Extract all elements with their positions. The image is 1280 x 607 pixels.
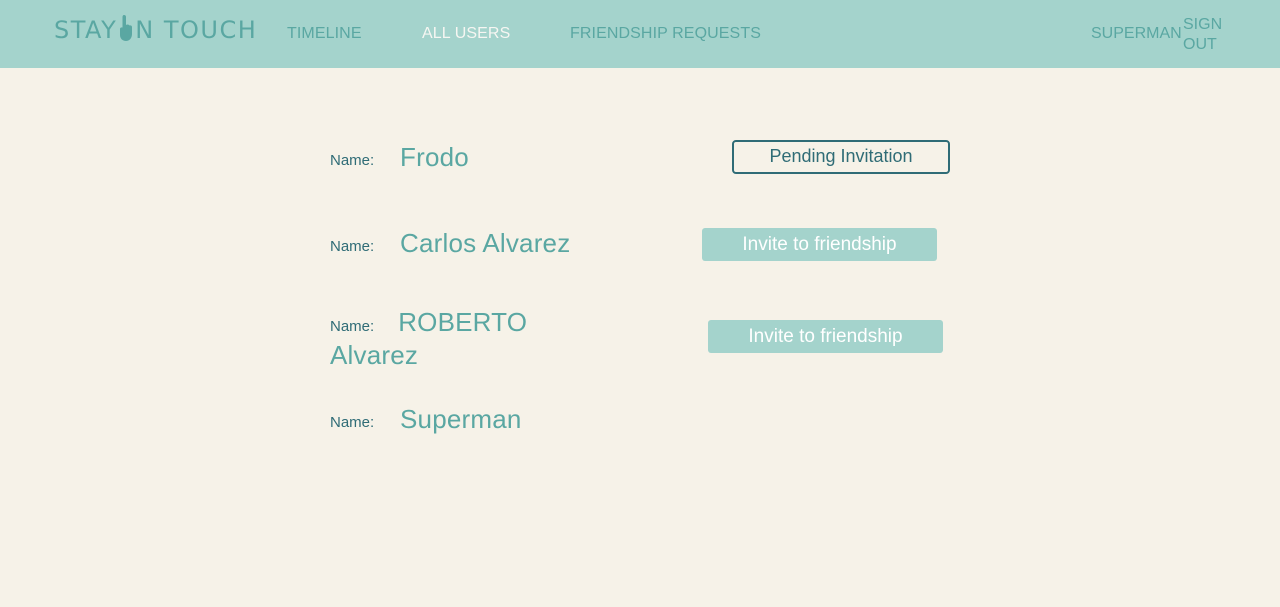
user-name-block: Name: ROBERTO Alvarez	[330, 308, 530, 374]
user-row: Name: Frodo Pending Invitation	[330, 140, 970, 180]
current-user-name[interactable]: SUPERMAN	[1091, 25, 1182, 43]
nav-timeline[interactable]: TIMELINE	[287, 25, 362, 43]
user-name: Frodo	[400, 142, 469, 172]
invite-to-friendship-button[interactable]: Invite to friendship	[702, 228, 937, 261]
nav-all-users[interactable]: ALL USERS	[422, 25, 510, 43]
user-row: Name: Carlos Alvarez Invite to friendshi…	[330, 228, 970, 268]
user-name: Carlos Alvarez	[400, 228, 571, 258]
brand-logo[interactable]: STAY N TOUCH	[54, 14, 257, 46]
user-name: ROBERTO Alvarez	[330, 307, 528, 370]
name-label: Name:	[330, 152, 375, 169]
name-label: Name:	[330, 318, 375, 335]
brand-text-left: STAY	[54, 16, 118, 44]
brand-text-right: N TOUCH	[135, 16, 258, 44]
user-row: Name: Superman	[330, 404, 970, 444]
name-label: Name:	[330, 414, 375, 431]
user-name: Superman	[400, 404, 522, 434]
invite-to-friendship-button[interactable]: Invite to friendship	[708, 320, 943, 353]
name-label: Name:	[330, 238, 375, 255]
hand-pointer-icon	[118, 14, 134, 42]
nav-friendship-requests[interactable]: FRIENDSHIP REQUESTS	[570, 25, 761, 43]
navbar: STAY N TOUCH TIMELINE ALL USERS FRIENDSH…	[0, 0, 1280, 68]
user-row: Name: ROBERTO Alvarez Invite to friendshi…	[330, 308, 970, 370]
pending-invitation-button[interactable]: Pending Invitation	[732, 140, 950, 174]
sign-out-link[interactable]: SIGN OUT	[1183, 15, 1227, 55]
